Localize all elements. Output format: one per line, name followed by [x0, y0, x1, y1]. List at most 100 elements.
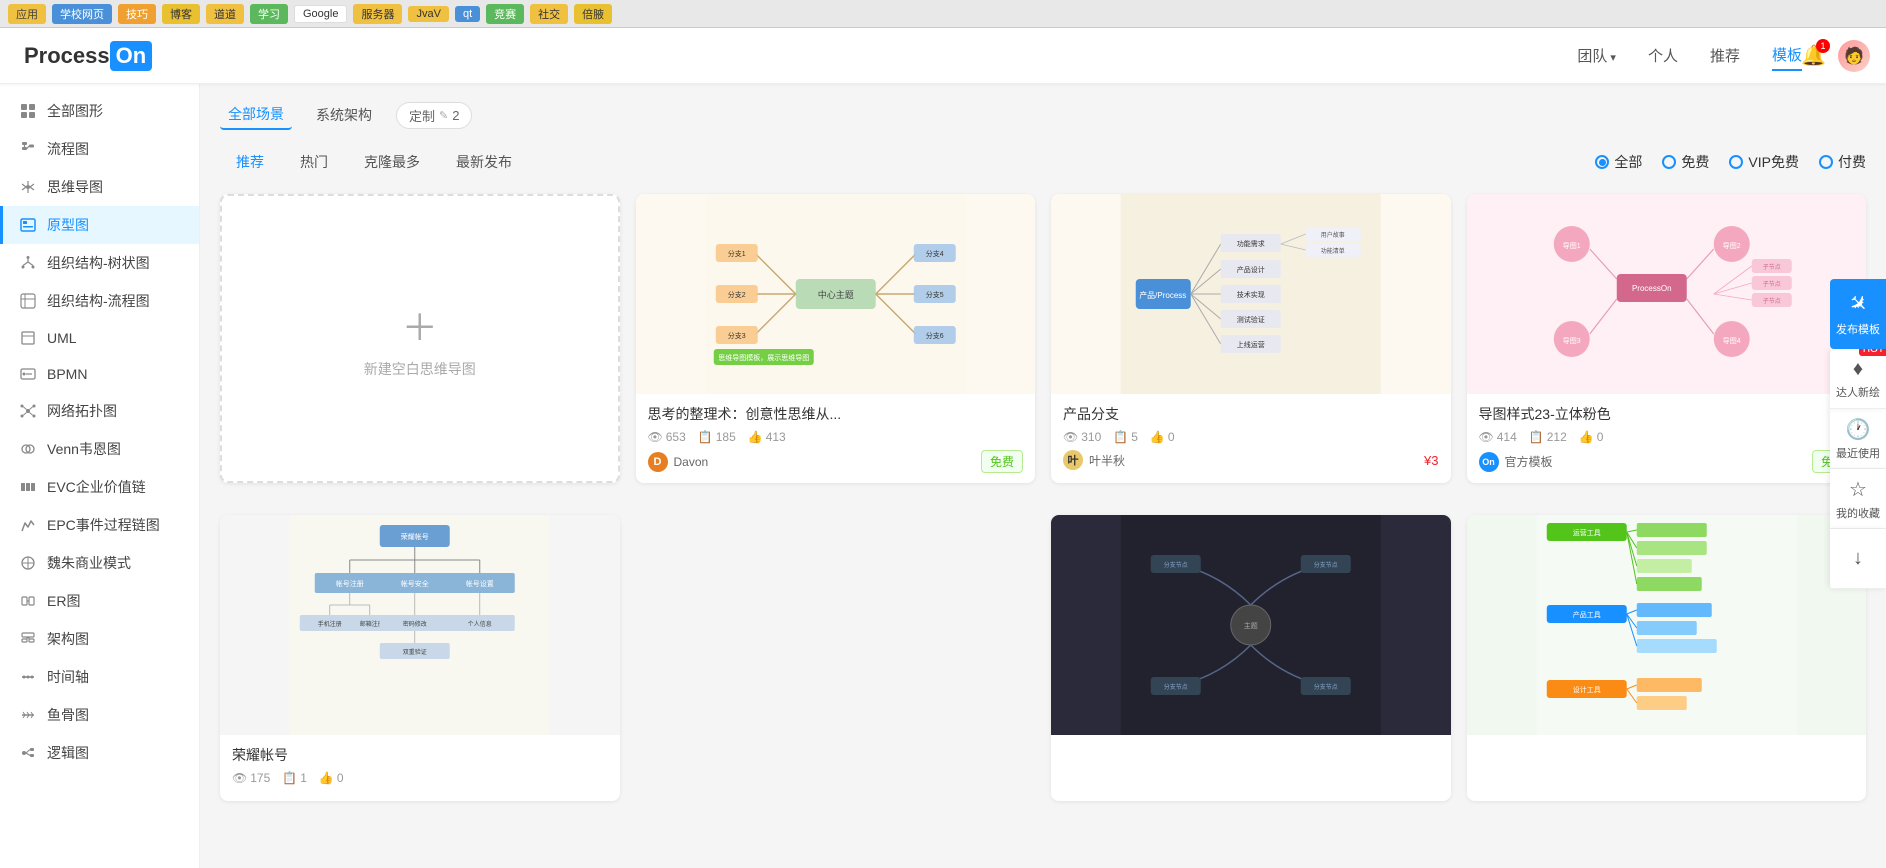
views-style23: 👁 414 [1479, 430, 1517, 444]
sidebar-label-prototype: 原型图 [47, 215, 89, 235]
filter-vip[interactable]: VIP免费 [1729, 152, 1799, 172]
svg-text:分支1: 分支1 [727, 249, 745, 258]
sidebar-item-network[interactable]: 网络拓扑图 [0, 392, 199, 430]
float-buttons: HOT ♦ 达人新绘 🕐 最近使用 ☆ 我的收藏 ↓ [1830, 349, 1886, 589]
nav-recommend[interactable]: 推荐 [1710, 41, 1740, 70]
sidebar-item-fishbone[interactable]: 鱼骨图 [0, 696, 199, 734]
author-name-style23: 官方模板 [1505, 453, 1553, 470]
bookmark-apps[interactable]: 应用 [8, 4, 46, 24]
card-meta-style23: 👁 414 📋 212 👍 0 [1479, 430, 1855, 444]
bookmark-daodao[interactable]: 道道 [206, 4, 244, 24]
card-title-style23: 导图样式23-立体粉色 [1479, 404, 1855, 424]
timeline-icon [19, 668, 37, 686]
sidebar-item-all-shapes[interactable]: 全部图形 [0, 92, 199, 130]
notification-bell[interactable]: 🔔 1 [1801, 43, 1826, 68]
sidebar-item-er[interactable]: ER图 [0, 582, 199, 620]
card-info-sikaozhengli: 思考的整理术：创意性思维从... 👁 653 📋 185 👍 413 D Dav… [636, 394, 1036, 483]
card-style23[interactable]: ProcessOn 导图1 导图2 导图3 导图4 [1467, 194, 1867, 483]
bookmark-google[interactable]: Google [294, 5, 347, 23]
header-right: 🔔 1 🧑 [1801, 40, 1870, 72]
svg-text:产品工具: 产品工具 [1572, 610, 1600, 619]
bookmark-times[interactable]: 倍腋 [574, 4, 612, 24]
svg-text:功能需求: 功能需求 [1237, 239, 1265, 248]
svg-text:分支节点: 分支节点 [1314, 561, 1338, 569]
er-icon [19, 592, 37, 610]
filter-paid-label: 付费 [1838, 152, 1866, 172]
bookmark-blog[interactable]: 博客 [162, 4, 200, 24]
bookmark-learn[interactable]: 学习 [250, 4, 288, 24]
float-btn-favorite[interactable]: ☆ 我的收藏 [1830, 469, 1886, 529]
card-dark[interactable]: 主题 分支节点 分支节点 分支节点 分支节点 [1051, 515, 1451, 801]
scene-tab-arch[interactable]: 系统架构 [308, 101, 380, 129]
evc-icon [19, 478, 37, 496]
bookmark-competition[interactable]: 竞赛 [486, 4, 524, 24]
filter-tab-recommend[interactable]: 推荐 [220, 146, 280, 178]
clones-chanpin: 📋 5 [1113, 430, 1138, 444]
filter-all[interactable]: 全部 [1595, 152, 1642, 172]
svg-text:导图3: 导图3 [1562, 337, 1580, 345]
bpmn-icon [19, 365, 37, 383]
epc-icon [19, 516, 37, 534]
card-meta-rongguang: 👁 175 📋 1 👍 0 [232, 771, 608, 785]
card-chanpin[interactable]: 产品/Process 功能需求 产品设计 技术实现 测试验证 [1051, 194, 1451, 483]
scene-tab-custom[interactable]: 定制 ✎ 2 [396, 102, 472, 129]
svg-text:手机注册: 手机注册 [318, 620, 342, 628]
filter-tab-clone[interactable]: 克隆最多 [348, 146, 436, 178]
sidebar-item-flowchart[interactable]: 流程图 [0, 130, 199, 168]
sidebar-item-epc[interactable]: EPC事件过程链图 [0, 506, 199, 544]
nav-team[interactable]: 团队 [1577, 41, 1616, 70]
svg-text:用户故事: 用户故事 [1321, 231, 1345, 239]
logic-icon [19, 744, 37, 762]
float-btn-recent[interactable]: 🕐 最近使用 [1830, 409, 1886, 469]
sidebar-item-mz[interactable]: 魏朱商业模式 [0, 544, 199, 582]
card-author-row-chanpin: 叶 叶半秋 ¥3 [1063, 450, 1439, 470]
new-card-button[interactable]: ＋ 新建空白思维导图 [220, 194, 620, 483]
sidebar-label-org-tree: 组织结构-树状图 [47, 253, 150, 273]
nav-personal[interactable]: 个人 [1648, 41, 1678, 70]
proto-icon [19, 216, 37, 234]
card-colorful[interactable]: 运营工具 产品工具 [1467, 515, 1867, 801]
filter-tab-hot[interactable]: 热门 [284, 146, 344, 178]
filter-tabs: 推荐 热门 克隆最多 最新发布 [220, 146, 1595, 178]
sidebar-item-timeline[interactable]: 时间轴 [0, 658, 199, 696]
sidebar-item-prototype[interactable]: 原型图 [0, 206, 199, 244]
scene-tab-all[interactable]: 全部场景 [220, 100, 292, 130]
svg-text:上线运营: 上线运营 [1237, 340, 1265, 349]
bookmark-server[interactable]: 服务器 [353, 4, 402, 24]
svg-text:荣耀帐号: 荣耀帐号 [401, 532, 429, 541]
svg-text:分支节点: 分支节点 [1164, 683, 1188, 691]
card-thumb-rongguang: 荣耀帐号 帐号注册 帐号安全 帐号设置 [220, 515, 620, 735]
card-rongguang[interactable]: 荣耀帐号 帐号注册 帐号安全 帐号设置 [220, 515, 620, 801]
filter-right: 全部 免费 VIP免费 付费 [1595, 152, 1866, 172]
float-btn-master[interactable]: HOT ♦ 达人新绘 [1830, 349, 1886, 409]
sidebar-item-mindmap[interactable]: 思维导图 [0, 168, 199, 206]
sidebar-item-bpmn[interactable]: BPMN [0, 356, 199, 392]
card-sikaozhengli[interactable]: 中心主题 分支1 分支2 分支3 分支4 [636, 194, 1036, 483]
sidebar-item-arch[interactable]: 架构图 [0, 620, 199, 658]
publish-button[interactable]: ✈ 发布模板 [1830, 279, 1886, 349]
svg-text:产品设计: 产品设计 [1237, 265, 1265, 274]
sidebar-item-evc[interactable]: EVC企业价值链 [0, 468, 199, 506]
nav-template[interactable]: 模板 [1772, 40, 1802, 71]
sidebar-item-org-flow[interactable]: 组织结构-流程图 [0, 282, 199, 320]
sidebar-item-venn[interactable]: Venn韦恩图 [0, 430, 199, 468]
sidebar-label-epc: EPC事件过程链图 [47, 515, 160, 535]
filter-tab-latest[interactable]: 最新发布 [440, 146, 528, 178]
sidebar-item-uml[interactable]: UML [0, 320, 199, 356]
bookmark-jvav[interactable]: JvaV [408, 6, 448, 22]
logo[interactable]: ProcessOn [24, 41, 152, 71]
sidebar-item-org-tree[interactable]: 组织结构-树状图 [0, 244, 199, 282]
bookmark-qt[interactable]: qt [455, 6, 480, 22]
float-btn-download[interactable]: ↓ [1830, 529, 1886, 589]
logo-on-text: On [110, 41, 153, 71]
svg-text:技术实现: 技术实现 [1237, 290, 1265, 299]
bookmark-social[interactable]: 社交 [530, 4, 568, 24]
filter-paid[interactable]: 付费 [1819, 152, 1866, 172]
publish-icon: ✈ [1842, 288, 1873, 319]
sidebar-item-logic[interactable]: 逻辑图 [0, 734, 199, 772]
card-title-rongguang: 荣耀帐号 [232, 745, 608, 765]
user-avatar[interactable]: 🧑 [1838, 40, 1870, 72]
bookmark-tips[interactable]: 技巧 [118, 4, 156, 24]
bookmark-school[interactable]: 学校网页 [52, 4, 112, 24]
filter-free[interactable]: 免费 [1662, 152, 1709, 172]
